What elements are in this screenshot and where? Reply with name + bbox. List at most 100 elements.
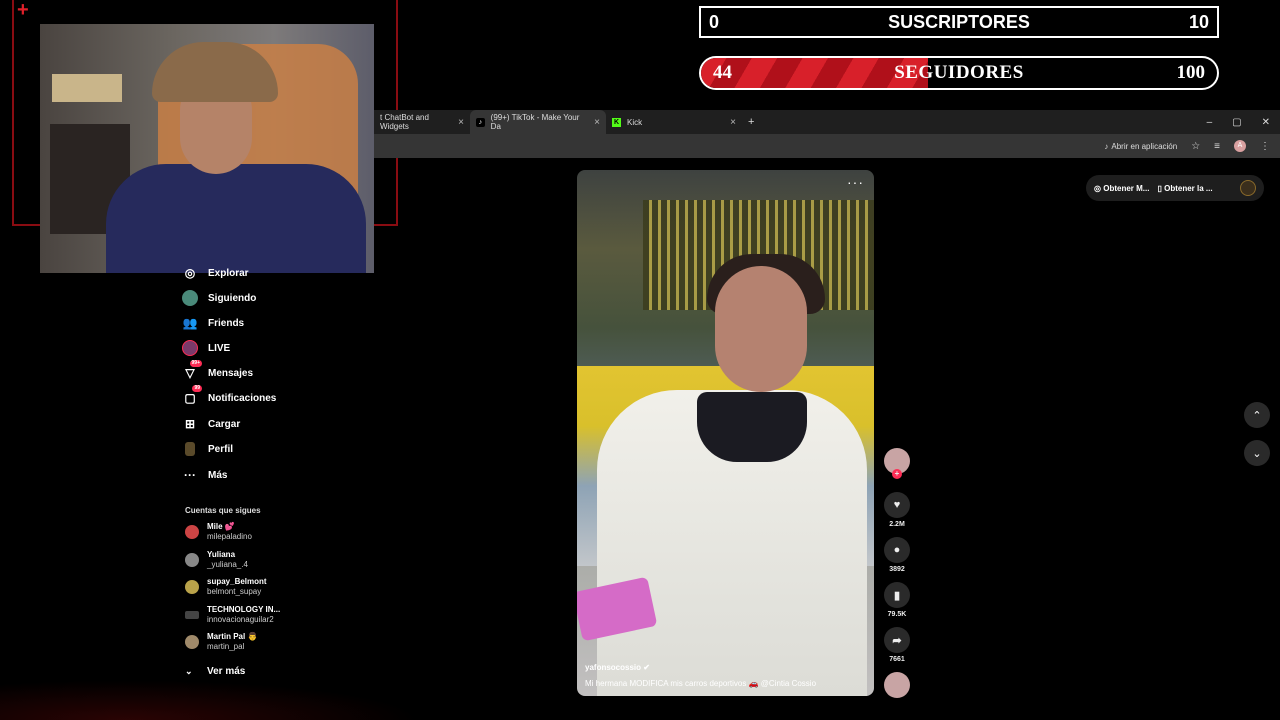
save-button[interactable]: ▮ 79.5K [884,582,910,618]
chevron-up-icon: ⌃ [1252,409,1262,422]
get-coins-button[interactable]: ◎ Obtener M... [1094,184,1149,193]
coin-avatar[interactable] [1240,180,1256,196]
subscribers-title: SUSCRIPTORES [888,11,1030,32]
list-item[interactable]: Yuliana _yuliana_.4 [185,550,248,570]
sidebar-item-siguiendo[interactable]: Siguiendo [180,289,256,307]
avatar [185,525,199,539]
open-in-app-button[interactable]: ♪ Abrir en aplicación [1104,142,1177,151]
list-item[interactable]: TECHNOLOGY IN... innovacionaguilar2 [185,605,280,625]
kick-icon: K [612,117,621,127]
account-name: TECHNOLOGY IN... [207,605,281,614]
menu-icon[interactable]: ⋮ [1260,141,1270,152]
tab-kick[interactable]: K Kick × [606,110,742,134]
tab-label: t ChatBot and Widgets [380,113,429,131]
close-window-button[interactable]: ✕ [1262,117,1270,128]
avatar [185,635,199,649]
follow-plus-icon[interactable]: + [892,469,902,479]
avatar [884,672,910,698]
avatar [185,553,199,567]
previous-video-button[interactable]: ⌃ [1244,402,1270,428]
jacket-collar [697,392,807,462]
comment-icon: ● [884,537,910,563]
more-options-icon[interactable]: ··· [847,174,864,190]
save-count: 79.5K [887,611,907,618]
list-item[interactable]: Martin Pal 👨 martin_pal [185,632,257,652]
account-name: supay_Belmont [207,577,267,586]
account-name: Martin Pal 👨 [207,632,258,641]
close-icon[interactable]: × [730,117,736,128]
plus-icon: + [748,116,755,128]
sidebar-item-mas[interactable]: ··· Más [180,466,227,484]
message-icon: ▽ 99+ [185,360,202,380]
profile-avatar[interactable]: A [1234,140,1246,152]
minimize-button[interactable]: – [1207,117,1213,128]
list-item[interactable]: supay_Belmont belmont_supay [185,577,267,597]
like-button[interactable]: ♥ 2.2M [884,492,910,528]
streamer-shirt [106,164,366,273]
share-count: 7661 [889,656,905,663]
shelf-box [52,74,122,102]
comment-count: 3892 [889,566,905,573]
account-user: martin_pal [207,642,245,651]
browser-tab-bar: t ChatBot and Widgets × ♪ (99+) TikTok -… [374,110,1280,134]
sidebar-item-notificaciones[interactable]: ▢ 99 Notificaciones [180,385,276,407]
chevron-down-icon: ⌄ [1252,447,1262,460]
account-name: Mile 💕 [207,522,235,531]
subscribers-goal-bar: 0 SUSCRIPTORES 10 [699,6,1219,38]
sidebar-item-label: Más [208,469,228,481]
background-glow [0,680,420,720]
get-app-button[interactable]: ▯ Obtener la ... [1157,184,1212,193]
sidebar-item-friends[interactable]: 👥 Friends [180,314,245,332]
tab-chatbot[interactable]: t ChatBot and Widgets × [374,110,470,134]
star-icon[interactable]: ☆ [1191,141,1200,152]
sidebar-item-label: Perfil [208,443,234,455]
account-user: belmont_supay [207,587,262,596]
open-in-app-label: Abrir en aplicación [1111,141,1178,151]
live-icon [180,340,200,356]
webcam-feed [40,24,374,273]
sidebar-item-label: Mensajes [208,367,254,379]
tab-label: Kick [627,117,643,127]
account-user: milepaladino [207,532,252,541]
close-icon[interactable]: × [594,117,600,128]
more-icon: ··· [184,468,196,482]
maximize-button[interactable]: ▢ [1232,117,1241,128]
get-app-pill: ◎ Obtener M... ▯ Obtener la ... [1086,175,1264,201]
sidebar-item-live[interactable]: LIVE [180,339,230,357]
sidebar-item-perfil[interactable]: Perfil [180,440,233,458]
next-video-button[interactable]: ⌄ [1244,440,1270,466]
close-icon[interactable]: × [458,117,464,128]
tab-label: (99+) TikTok - Make Your Da [490,113,580,131]
sidebar-item-explorar[interactable]: ◎ Explorar [180,264,249,282]
tab-tiktok[interactable]: ♪ (99+) TikTok - Make Your Da × [470,110,606,134]
reading-list-icon[interactable]: ≡ [1214,141,1220,152]
avatar [185,580,199,594]
share-icon: ➦ [884,627,910,653]
sound-avatar[interactable] [884,672,910,698]
creator-avatar[interactable]: + [884,448,910,479]
sidebar-item-label: LIVE [208,342,231,354]
people-icon: 👥 [182,316,198,330]
followers-goal-bar: SEGUIDORES 44 100 [699,56,1219,90]
following-section-title: Cuentas que sigues [185,506,261,515]
sidebar-item-mensajes[interactable]: ▽ 99+ Mensajes [180,360,254,382]
subscribers-current: 0 [709,11,720,32]
message-badge: 99+ [189,360,202,367]
coin-icon: ◎ [1094,183,1101,193]
profile-icon [180,441,200,457]
video-author[interactable]: yafonsocossio ✔ [585,663,650,672]
account-name: Yuliana [207,550,236,559]
see-more-button[interactable]: ⌄ Ver más [185,662,245,680]
list-item[interactable]: Mile 💕 milepaladino [185,522,252,542]
comment-button[interactable]: ● 3892 [884,537,910,573]
sidebar-item-label: Siguiendo [208,292,257,304]
new-tab-button[interactable]: + [742,110,760,134]
followers-current: 44 [713,62,732,83]
account-user: innovacionaguilar2 [207,615,274,624]
compass-icon: ◎ [184,266,196,280]
video-description: Mi hermana MODIFICA mis carros deportivo… [585,679,817,688]
video-player[interactable]: ··· yafonsocossio ✔ Mi hermana MODIFICA … [577,170,874,696]
subscribers-goal: 10 [1188,11,1209,32]
sidebar-item-cargar[interactable]: ⊞ Cargar [180,415,240,433]
share-button[interactable]: ➦ 7661 [884,627,910,663]
